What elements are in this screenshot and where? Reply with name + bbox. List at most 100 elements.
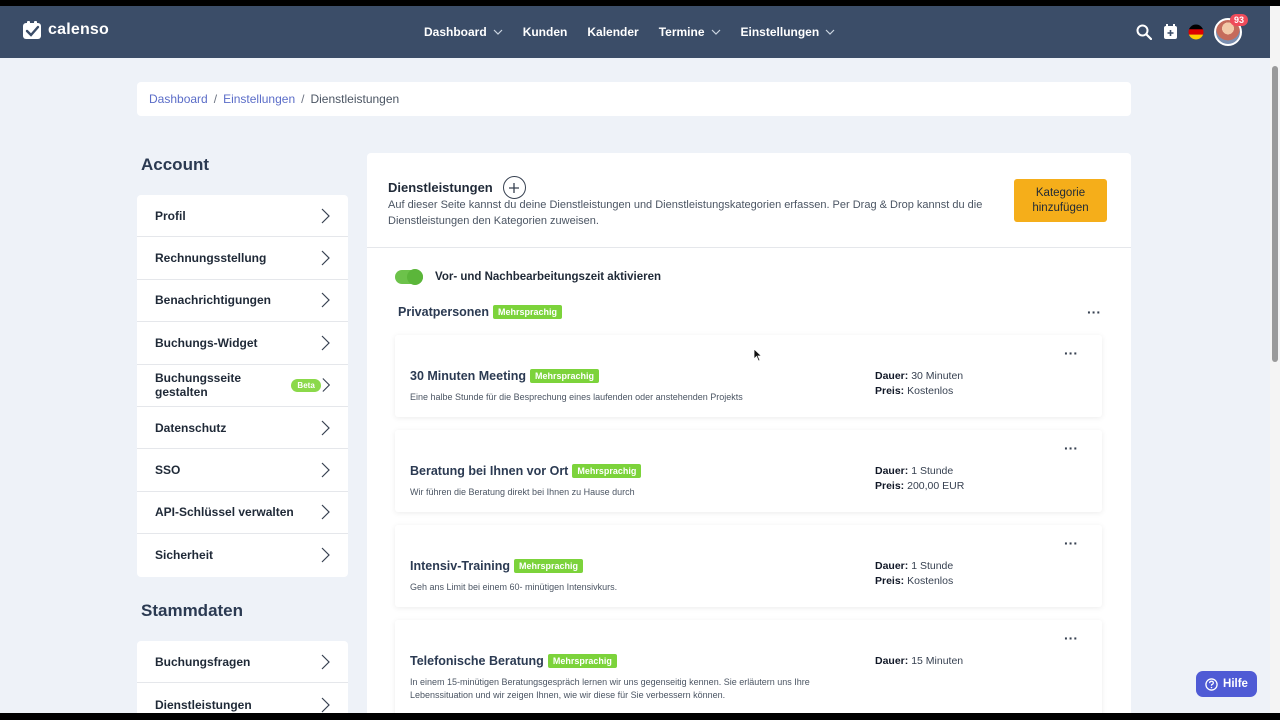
sidebar-item-rechnungsstellung[interactable]: Rechnungsstellung: [137, 237, 348, 280]
service-duration-row: Dauer: 15 Minuten: [875, 654, 963, 669]
page-title-row: Dienstleistungen: [388, 176, 526, 199]
breadcrumb-separator: /: [213, 92, 218, 106]
nav-item-kunden[interactable]: Kunden: [523, 25, 568, 39]
more-options-icon[interactable]: ···: [1064, 346, 1078, 360]
breadcrumb-link-einstellungen[interactable]: Einstellungen: [223, 92, 295, 106]
prep-time-toggle[interactable]: [395, 269, 423, 285]
category-more-icon[interactable]: ···: [1087, 305, 1101, 319]
bottom-strip: [0, 713, 1280, 720]
sidebar-item-label: Datenschutz: [155, 420, 227, 435]
help-button[interactable]: Hilfe: [1196, 671, 1257, 697]
service-card[interactable]: ··· Telefonische Beratung Mehrsprachig In…: [395, 620, 1102, 720]
sidebar-item-buchungsfragen[interactable]: Buchungsfragen: [137, 641, 348, 684]
nav-item-label: Dashboard: [424, 25, 487, 39]
service-duration: 1 Stunde: [911, 560, 954, 572]
multilingual-tag: Mehrsprachig: [514, 559, 584, 573]
service-description: Geh ans Limit bei einem 60- minütigen In…: [410, 582, 618, 592]
top-navbar: calenso Dashboard Kunden Kalender Termin…: [0, 6, 1270, 58]
service-duration: 15 Minuten: [911, 655, 964, 667]
service-meta: Dauer: 30 Minuten Preis: Kostenlos: [875, 369, 963, 399]
service-card[interactable]: ··· 30 Minuten Meeting Mehrsprachig Eine …: [395, 335, 1102, 417]
sidebar-item-api-schluessel[interactable]: API-Schlüssel verwalten: [137, 492, 348, 535]
service-title-row: Beratung bei Ihnen vor Ort Mehrsprachig: [410, 464, 642, 478]
more-options-icon[interactable]: ···: [1064, 441, 1078, 455]
prep-time-toggle-label: Vor- und Nachbearbeitungszeit aktivieren: [435, 271, 662, 283]
sidebar-item-label: Profil: [155, 208, 186, 223]
service-price: Kostenlos: [907, 575, 954, 587]
avatar[interactable]: 93: [1214, 14, 1248, 46]
multilingual-tag: Mehrsprachig: [572, 464, 642, 478]
scrollbar-thumb[interactable]: [1272, 66, 1278, 362]
service-duration: 1 Stunde: [911, 465, 954, 477]
more-options-icon[interactable]: ···: [1064, 536, 1078, 550]
service-duration: 30 Minuten: [911, 370, 964, 382]
sidebar-item-label: Rechnungsstellung: [155, 251, 267, 266]
duration-label: Dauer:: [875, 465, 909, 477]
duration-label: Dauer:: [875, 370, 909, 382]
page-title: Dienstleistungen: [388, 180, 493, 195]
service-title-row: 30 Minuten Meeting Mehrsprachig: [410, 369, 599, 383]
service-price: 200,00 EUR: [907, 480, 965, 492]
service-title-row: Intensiv-Training Mehrsprachig: [410, 559, 584, 573]
nav-item-dashboard[interactable]: Dashboard: [424, 25, 503, 39]
service-description: In einem 15-minütigen Beratungsgespräch …: [410, 677, 810, 700]
duration-label: Dauer:: [875, 560, 909, 572]
services-card: Dienstleistungen Auf dieser Seite kannst…: [367, 153, 1131, 720]
breadcrumb-link-dashboard[interactable]: Dashboard: [149, 92, 208, 106]
sidebar-item-datenschutz[interactable]: Datenschutz: [137, 407, 348, 450]
service-card[interactable]: ··· Intensiv-Training Mehrsprachig Geh an…: [395, 525, 1102, 607]
chevron-down-icon: [493, 29, 503, 35]
sidebar-item-sso[interactable]: SSO: [137, 449, 348, 492]
service-price-row: Preis: Kostenlos: [875, 384, 963, 399]
card-header: Dienstleistungen Auf dieser Seite kannst…: [367, 153, 1131, 248]
chevron-right-icon: [321, 654, 330, 670]
nav-item-termine[interactable]: Termine: [659, 25, 721, 39]
chevron-right-icon: [321, 697, 330, 713]
nav-item-label: Termine: [658, 25, 705, 39]
nav-item-label: Einstellungen: [740, 25, 820, 39]
price-label: Preis:: [875, 385, 905, 397]
service-meta: Dauer: 1 Stunde Preis: 200,00 EUR: [875, 464, 964, 494]
duration-label: Dauer:: [875, 655, 909, 667]
sidebar-item-benachrichtigungen[interactable]: Benachrichtigungen: [137, 280, 348, 323]
chevron-right-icon: [321, 504, 330, 520]
search-icon[interactable]: [1136, 24, 1152, 40]
help-circle-icon: [1205, 677, 1218, 691]
add-service-button[interactable]: [502, 176, 526, 199]
breadcrumb-current: Dienstleistungen: [310, 92, 400, 106]
sidebar-item-buchungs-widget[interactable]: Buchungs-Widget: [137, 322, 348, 365]
nav-item-einstellungen[interactable]: Einstellungen: [741, 25, 836, 39]
sidebar-item-content: Buchungsseite gestalten Beta: [155, 371, 321, 399]
price-label: Preis:: [875, 480, 905, 492]
service-meta: Dauer: 15 Minuten: [875, 654, 963, 669]
sidebar-item-sicherheit[interactable]: Sicherheit: [137, 534, 348, 576]
service-title: 30 Minuten Meeting: [410, 369, 526, 383]
service-duration-row: Dauer: 1 Stunde: [875, 464, 964, 479]
account-menu: Profil Rechnungsstellung Benachrichtigun…: [137, 195, 348, 577]
german-flag-icon[interactable]: [1188, 24, 1204, 40]
page-description: Auf dieser Seite kannst du deine Dienstl…: [388, 199, 983, 227]
nav-item-kalender[interactable]: Kalender: [587, 25, 638, 39]
chevron-right-icon: [321, 250, 330, 266]
breadcrumb-separator: /: [301, 92, 305, 106]
chevron-right-icon: [321, 293, 330, 308]
calendar-add-icon[interactable]: [1162, 24, 1178, 40]
service-card[interactable]: ··· Beratung bei Ihnen vor Ort Mehrsprach…: [395, 430, 1102, 512]
scrollbar[interactable]: [1270, 6, 1280, 720]
account-section-title: Account: [141, 155, 209, 174]
sidebar-item-label: SSO: [155, 463, 181, 478]
toggle-knob: [407, 269, 423, 285]
chevron-right-icon: [321, 420, 330, 436]
more-options-icon[interactable]: ···: [1064, 631, 1078, 645]
add-category-button[interactable]: Kategorie hinzufügen: [1014, 179, 1107, 222]
sidebar-item-label: Dienstleistungen: [155, 697, 252, 712]
sidebar-item-label: API-Schlüssel verwalten: [155, 505, 294, 520]
sidebar-item-buchungsseite-gestalten[interactable]: Buchungsseite gestalten Beta: [137, 365, 348, 407]
sidebar-item-profil[interactable]: Profil: [137, 195, 348, 238]
category-name: Privatpersonen: [398, 305, 490, 319]
notification-badge: 93: [1229, 14, 1248, 26]
chevron-down-icon: [825, 29, 835, 35]
logo[interactable]: calenso: [22, 20, 109, 40]
nav-item-label: Kalender: [587, 25, 639, 39]
beta-badge: Beta: [291, 378, 321, 392]
